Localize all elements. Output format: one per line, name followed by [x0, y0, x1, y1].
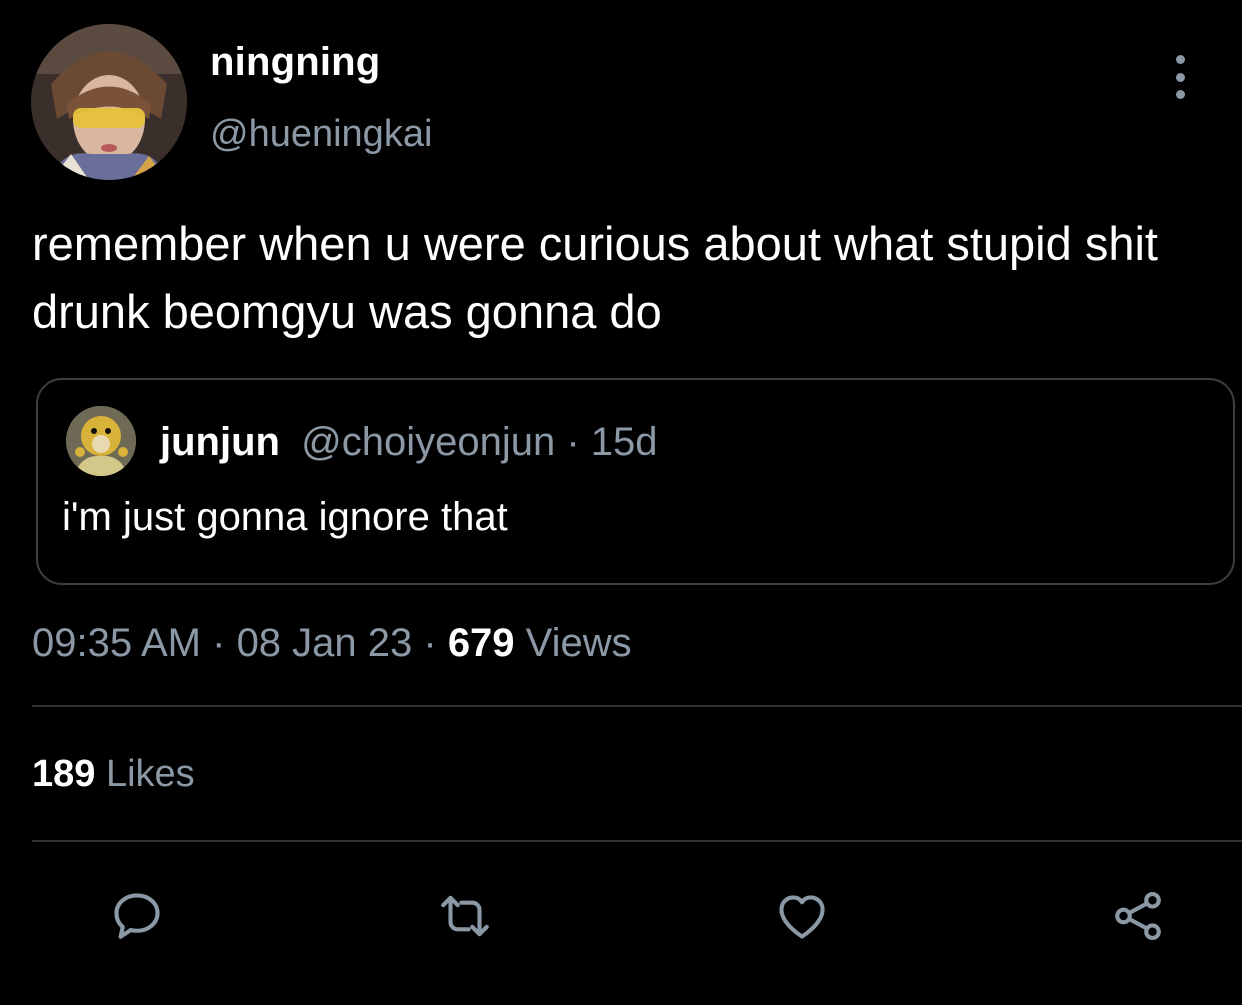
retweet-icon: [441, 895, 489, 937]
likes-summary[interactable]: 189 Likes: [32, 753, 195, 796]
author-display-name[interactable]: ningning: [210, 40, 380, 85]
meta-separator: ·: [412, 621, 448, 665]
user-avatar-image: [31, 24, 187, 180]
quoted-tweet-text: i'm just gonna ignore that: [62, 495, 508, 539]
quoted-user-avatar-image: [66, 406, 136, 476]
share-button[interactable]: [1107, 885, 1169, 947]
quoted-display-name[interactable]: junjun: [160, 420, 280, 464]
share-icon: [1115, 891, 1161, 941]
tweet-text: remember when u were curious about what …: [32, 217, 1158, 338]
quoted-tweet-card[interactable]: junjun @choiyeonjun · 15d i'm just gonna…: [36, 378, 1235, 585]
reply-icon: [114, 893, 160, 939]
retweet-button[interactable]: [434, 885, 496, 947]
more-dot-icon: [1175, 72, 1185, 82]
tweet-date: 08 Jan 23: [236, 621, 413, 665]
divider: [32, 840, 1242, 842]
quoted-tweet-header: junjun @choiyeonjun · 15d: [160, 420, 658, 465]
quoted-tweet-age: 15d: [590, 420, 658, 464]
views-label: Views: [514, 621, 632, 665]
tweet-time: 09:35 AM: [32, 621, 202, 665]
divider: [32, 705, 1242, 707]
tweet-metadata: 09:35 AM · 08 Jan 23 · 679 Views: [32, 621, 632, 666]
more-options-button[interactable]: [1160, 55, 1200, 99]
more-dot-icon: [1175, 90, 1185, 99]
views-count: 679: [447, 621, 515, 665]
heart-icon: [779, 895, 825, 939]
more-dot-icon: [1175, 55, 1185, 64]
likes-label: Likes: [95, 753, 195, 795]
meta-separator: ·: [201, 621, 237, 665]
reply-button[interactable]: [106, 885, 168, 947]
likes-count: 189: [32, 753, 96, 795]
quoted-author-avatar[interactable]: [66, 406, 136, 476]
like-button[interactable]: [771, 885, 833, 947]
quoted-handle[interactable]: @choiyeonjun: [301, 420, 555, 464]
author-handle[interactable]: @hueningkai: [210, 113, 432, 156]
author-avatar[interactable]: [31, 24, 187, 180]
quoted-separator: ·: [555, 420, 591, 464]
